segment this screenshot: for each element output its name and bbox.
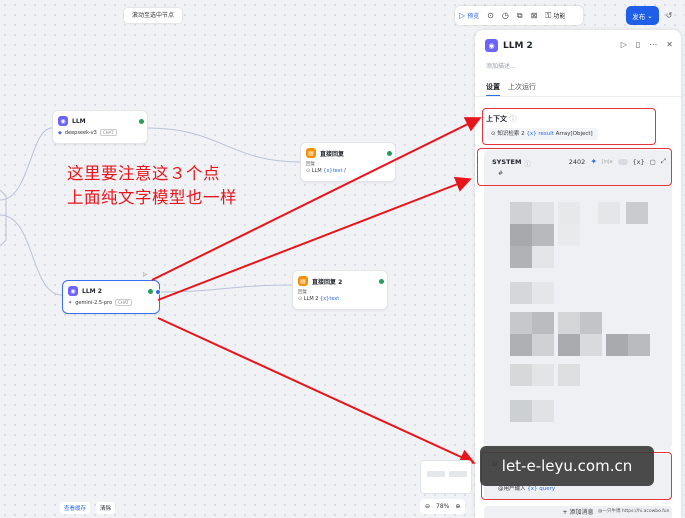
arrow-to-context <box>151 117 482 281</box>
zoom-in-icon[interactable]: ⊕ <box>455 503 460 510</box>
clear-button[interactable]: 清除 <box>96 502 116 514</box>
minimap[interactable] <box>420 460 472 494</box>
zoom-out-icon[interactable]: ⊖ <box>425 503 430 510</box>
zoom-controls: ⊖ 78% ⊕ <box>420 499 466 514</box>
arrow-to-user <box>157 317 476 465</box>
view-cache-button[interactable]: 查看缓存 <box>60 502 91 514</box>
arrow-to-system <box>157 176 472 301</box>
annotation-arrows <box>151 117 482 465</box>
minimap-node <box>427 471 445 477</box>
minimap-node <box>449 471 467 477</box>
watermark: let-e-leyu.com.cn <box>480 446 654 486</box>
bottom-left-bar: 查看缓存 清除 <box>60 502 116 514</box>
zoom-level[interactable]: 78% <box>436 503 449 510</box>
credit-text: @一只牛博 https://hi.acowbo.fun <box>598 509 670 514</box>
